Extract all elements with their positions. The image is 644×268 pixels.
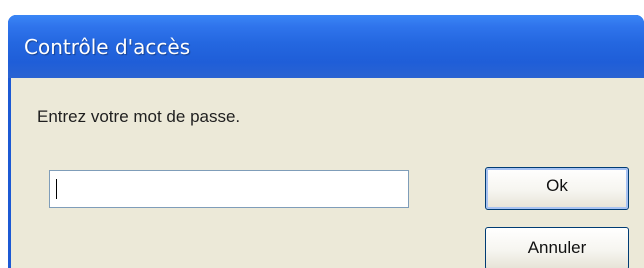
password-input[interactable]: [49, 170, 409, 208]
access-control-dialog: Contrôle d'accès Entrez votre mot de pas…: [8, 15, 644, 268]
window-title: Contrôle d'accès: [24, 35, 191, 59]
cancel-button[interactable]: Annuler: [485, 227, 629, 268]
text-caret: [56, 179, 57, 199]
password-prompt: Entrez votre mot de passe.: [37, 107, 241, 126]
title-bar[interactable]: Contrôle d'accès: [8, 15, 644, 78]
dialog-body: Entrez votre mot de passe. Ok Annuler: [8, 78, 644, 268]
ok-button[interactable]: Ok: [485, 167, 629, 210]
